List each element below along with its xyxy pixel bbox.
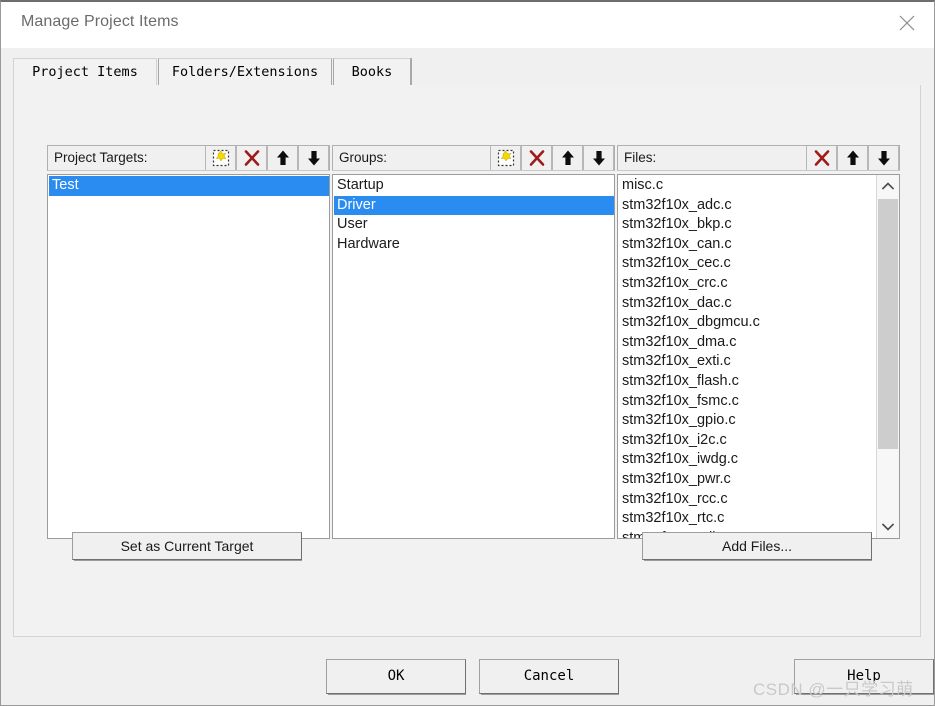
ok-button[interactable]: OK xyxy=(326,659,466,695)
files-listbox[interactable]: misc.c stm32f10x_adc.c stm32f10x_bkp.c stm3… xyxy=(617,174,900,539)
list-item[interactable]: stm32f10x_dbgmcu.c xyxy=(619,313,899,333)
help-button[interactable]: Help xyxy=(794,659,934,695)
new-item-icon xyxy=(497,149,515,167)
move-down-icon xyxy=(878,151,890,166)
project-targets-new-button[interactable] xyxy=(205,146,236,170)
tab-books[interactable]: Books xyxy=(333,58,411,86)
close-icon xyxy=(899,15,915,31)
project-targets-listbox[interactable]: Test xyxy=(47,174,330,539)
files-scroll-up-button[interactable] xyxy=(877,175,899,197)
tab-strip: Project Items Folders/Extensions Books xyxy=(13,58,921,86)
list-item[interactable]: stm32f10x_gpio.c xyxy=(619,411,899,431)
list-item[interactable]: Test xyxy=(49,176,329,196)
files-move-up-button[interactable] xyxy=(837,146,868,170)
list-item[interactable]: stm32f10x_dma.c xyxy=(619,333,899,353)
files-scroll-thumb[interactable] xyxy=(878,199,898,449)
groups-header: Groups: xyxy=(332,145,615,171)
list-item[interactable]: stm32f10x_bkp.c xyxy=(619,215,899,235)
manage-project-items-dialog: Manage Project Items Project Items Folde… xyxy=(0,0,935,706)
chevron-down-icon xyxy=(882,523,894,531)
project-targets-move-down-button[interactable] xyxy=(298,146,329,170)
delete-x-icon xyxy=(244,150,260,166)
groups-move-up-button[interactable] xyxy=(552,146,583,170)
tab-strip-tail xyxy=(411,58,414,86)
project-targets-delete-button[interactable] xyxy=(236,146,267,170)
list-item[interactable]: stm32f10x_i2c.c xyxy=(619,431,899,451)
list-item[interactable]: stm32f10x_fsmc.c xyxy=(619,392,899,412)
project-targets-header: Project Targets: xyxy=(47,145,330,171)
groups-new-button[interactable] xyxy=(490,146,521,170)
tab-project-items[interactable]: Project Items xyxy=(13,58,157,86)
move-up-icon xyxy=(847,150,859,165)
files-list: misc.c stm32f10x_adc.c stm32f10x_bkp.c stm3… xyxy=(619,176,899,538)
files-header: Files: xyxy=(617,145,900,171)
list-item[interactable]: User xyxy=(334,215,614,235)
move-down-icon xyxy=(593,151,605,166)
delete-x-icon xyxy=(814,150,830,166)
files-move-down-button[interactable] xyxy=(868,146,899,170)
cancel-button[interactable]: Cancel xyxy=(479,659,619,695)
move-up-icon xyxy=(562,150,574,165)
chevron-up-icon xyxy=(882,182,894,190)
groups-label: Groups: xyxy=(339,150,388,165)
list-item[interactable]: stm32f10x_rcc.c xyxy=(619,490,899,510)
close-button[interactable] xyxy=(884,2,930,46)
list-item[interactable]: stm32f10x_iwdg.c xyxy=(619,450,899,470)
groups-list: Startup Driver User Hardware xyxy=(334,176,614,254)
files-scroll-down-button[interactable] xyxy=(877,516,899,538)
groups-delete-button[interactable] xyxy=(521,146,552,170)
move-down-icon xyxy=(308,151,320,166)
list-item[interactable]: stm32f10x_crc.c xyxy=(619,274,899,294)
list-item[interactable]: Hardware xyxy=(334,235,614,255)
project-targets-label: Project Targets: xyxy=(54,150,148,165)
list-item[interactable]: misc.c xyxy=(619,176,899,196)
project-targets-list: Test xyxy=(49,176,329,196)
list-item[interactable]: stm32f10x_dac.c xyxy=(619,294,899,314)
list-item[interactable]: stm32f10x_can.c xyxy=(619,235,899,255)
list-item[interactable]: stm32f10x_cec.c xyxy=(619,254,899,274)
groups-column: Groups: Startup Driver User Hardware xyxy=(332,145,615,539)
list-item[interactable]: stm32f10x_exti.c xyxy=(619,352,899,372)
files-scrollbar[interactable] xyxy=(876,175,899,538)
groups-listbox[interactable]: Startup Driver User Hardware xyxy=(332,174,615,539)
project-targets-move-up-button[interactable] xyxy=(267,146,298,170)
files-delete-button[interactable] xyxy=(806,146,837,170)
move-up-icon xyxy=(277,150,289,165)
project-items-tab-page: Project Targets: Test Groups: Startup Dr… xyxy=(13,85,921,637)
groups-move-down-button[interactable] xyxy=(583,146,614,170)
list-item[interactable]: stm32f10x_flash.c xyxy=(619,372,899,392)
list-item[interactable]: stm32f10x_pwr.c xyxy=(619,470,899,490)
delete-x-icon xyxy=(529,150,545,166)
files-column: Files: misc.c stm32f10x_adc.c stm32f10x_… xyxy=(617,145,900,539)
list-item[interactable]: stm32f10x_adc.c xyxy=(619,196,899,216)
tab-folders-extensions[interactable]: Folders/Extensions xyxy=(158,58,332,86)
add-files-button[interactable]: Add Files... xyxy=(642,532,872,561)
list-item[interactable]: Driver xyxy=(334,195,614,216)
set-as-current-target-button[interactable]: Set as Current Target xyxy=(72,532,302,561)
new-item-icon xyxy=(212,149,230,167)
project-targets-column: Project Targets: Test xyxy=(47,145,330,539)
files-label: Files: xyxy=(624,150,657,165)
list-item[interactable]: Startup xyxy=(334,176,614,196)
title-bar: Manage Project Items xyxy=(1,2,934,48)
list-item[interactable]: stm32f10x_rtc.c xyxy=(619,509,899,529)
window-title: Manage Project Items xyxy=(21,13,179,30)
